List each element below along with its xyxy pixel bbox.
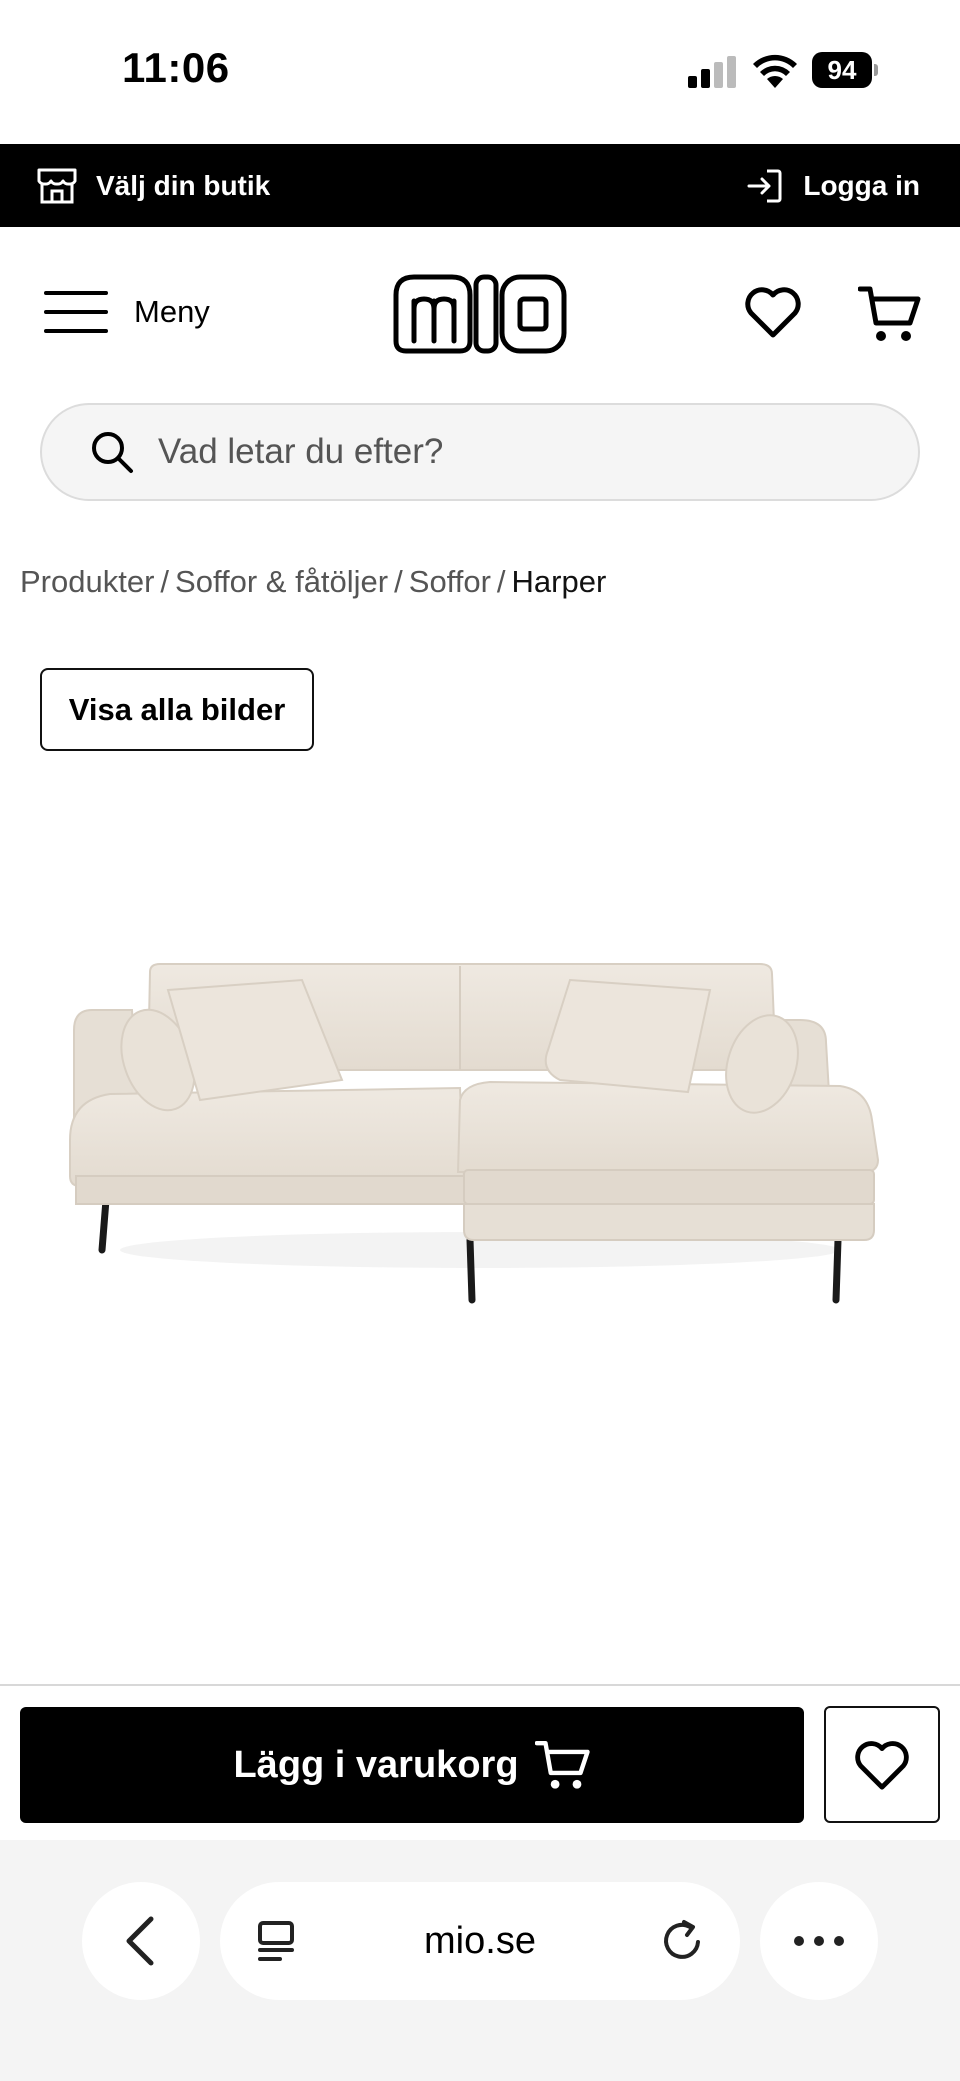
- search-icon: [92, 432, 133, 473]
- login-icon: [747, 169, 782, 202]
- breadcrumb-item-products[interactable]: Produkter: [20, 564, 154, 599]
- divider: [0, 1684, 960, 1686]
- favorites-icon[interactable]: [744, 283, 802, 341]
- menu-label: Meny: [134, 294, 210, 329]
- search-bar[interactable]: [40, 403, 920, 501]
- status-time: 11:06: [122, 44, 230, 91]
- breadcrumb-item-sofas-armchairs[interactable]: Soffor & fåtöljer: [175, 564, 388, 599]
- breadcrumb-current: Harper: [511, 564, 607, 599]
- choose-store-button[interactable]: Välj din butik: [36, 144, 270, 227]
- show-all-images-button[interactable]: Visa alla bilder: [40, 668, 314, 751]
- more-options-icon: [794, 1936, 844, 1946]
- mio-logo[interactable]: [392, 271, 568, 355]
- login-label: Logga in: [803, 169, 920, 201]
- add-to-favorites-button[interactable]: [824, 1706, 940, 1823]
- top-bar: Välj din butik Logga in: [0, 144, 960, 227]
- battery-level: 94: [812, 52, 872, 88]
- browser-toolbar: mio.se: [0, 1840, 960, 2081]
- browser-more-button[interactable]: [760, 1882, 878, 2000]
- battery-icon: 94: [812, 52, 878, 88]
- site-header: Meny: [0, 227, 960, 402]
- browser-back-button[interactable]: [82, 1882, 200, 2000]
- cart-icon: [534, 1740, 590, 1789]
- status-bar: 11:06 94: [0, 0, 960, 144]
- breadcrumb-separator: /: [394, 564, 403, 599]
- product-image-sofa[interactable]: [60, 950, 900, 1320]
- add-to-cart-button[interactable]: Lägg i varukorg: [20, 1707, 804, 1823]
- breadcrumb-separator: /: [160, 564, 170, 599]
- store-icon: [37, 168, 77, 203]
- menu-button[interactable]: Meny: [44, 289, 210, 335]
- cellular-signal-icon: [688, 56, 736, 88]
- breadcrumb-separator: /: [496, 564, 506, 599]
- reload-icon[interactable]: [660, 1918, 706, 1964]
- hamburger-icon: [44, 291, 108, 333]
- breadcrumb-item-sofas[interactable]: Soffor: [409, 564, 491, 599]
- chevron-left-icon: [126, 1916, 154, 1966]
- cart-icon[interactable]: [858, 283, 922, 345]
- choose-store-label: Välj din butik: [96, 169, 271, 201]
- breadcrumb: Produkter / Soffor & fåtöljer / Soffor / Harpe…: [20, 564, 606, 600]
- browser-address-bar[interactable]: mio.se: [220, 1882, 740, 2000]
- heart-icon: [855, 1740, 909, 1790]
- add-to-cart-label: Lägg i varukorg: [233, 1743, 519, 1786]
- login-button[interactable]: Logga in: [747, 144, 920, 227]
- wifi-icon: [753, 54, 797, 88]
- search-input[interactable]: [158, 432, 858, 472]
